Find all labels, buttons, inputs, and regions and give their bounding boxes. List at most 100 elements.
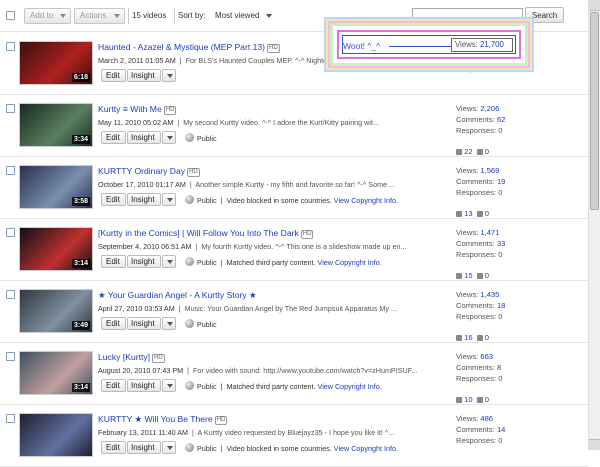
sort-dropdown[interactable]: Most viewed [215,11,259,20]
video-title: [Kurtty in the Comics] | Will Follow You… [98,228,299,238]
likes-count: 15 [464,271,473,280]
search-input[interactable] [412,8,523,21]
video-title-link[interactable]: [Kurtty in the Comics] | Will Follow You… [98,228,314,239]
thumbs-up-icon [456,273,462,279]
views-count[interactable]: 663 [480,352,493,361]
video-thumbnail[interactable] [19,413,93,457]
search-button[interactable]: Search [525,7,564,23]
video-description: Another simple Kurtty - my fifth and fav… [195,180,396,189]
comments-count[interactable]: 33 [497,239,505,248]
video-title-link[interactable]: KURTTY ★ Will You Be There HD [98,414,228,425]
privacy-info: Public [197,320,217,329]
video-thumbnail[interactable]: 6:18 [19,41,93,85]
actions-button[interactable]: Actions [74,8,125,24]
video-title: KURTTY Ordinary Day [98,166,186,176]
edit-button[interactable]: Edit [101,317,126,330]
responses-label: Responses: [456,436,497,445]
views-count[interactable]: 1,471 [480,228,499,237]
more-options-button[interactable] [162,317,176,330]
video-stats: Views: 1,569 Comments: 19 Responses: 0 [456,165,526,198]
video-thumbnail[interactable]: 3:14 [19,227,93,271]
video-date: March 2, 2011 01:05 AM [98,56,176,65]
scroll-up-button[interactable] [589,0,600,11]
views-count[interactable]: 486 [480,414,493,423]
video-thumbnail[interactable]: 3:58 [19,165,93,209]
copyright-info-link[interactable]: View Copyright Info. [318,382,382,391]
video-checkbox[interactable] [6,42,15,51]
comments-count[interactable]: 62 [497,115,505,124]
edit-button[interactable]: Edit [101,193,126,206]
video-checkbox[interactable] [6,228,15,237]
comments-count[interactable]: 8 [497,363,501,372]
more-options-button[interactable] [162,441,176,454]
video-duration: 3:14 [71,259,90,268]
video-checkbox[interactable] [6,166,15,175]
comments-count[interactable]: 19 [497,177,505,186]
video-thumbnail[interactable]: 3:49 [19,289,93,333]
video-title-link[interactable]: Kurtty ≡ With Me HD [98,104,177,115]
video-title: Lucky [Kurtty] [98,352,151,362]
video-meta: April 27, 2010 03:53 AM | Music: Your Gu… [98,304,397,313]
insight-button[interactable]: Insight [127,317,161,330]
copyright-info-link[interactable]: View Copyright Info. [318,258,382,267]
insight-button[interactable]: Insight [127,131,161,144]
chevron-down-icon[interactable] [266,14,272,18]
edit-button[interactable]: Edit [101,379,126,392]
responses-count: 0 [498,436,503,445]
insight-button[interactable]: Insight [127,379,161,392]
comments-label: Comments: [456,177,495,186]
video-checkbox[interactable] [6,352,15,361]
comments-count[interactable]: 14 [497,425,505,434]
scrollbar[interactable] [588,0,600,450]
video-meta: August 20, 2010 07:43 PM | For video wit… [98,366,418,375]
views-label: Views: [456,290,479,299]
privacy-status: Public [197,320,217,329]
video-title: KURTTY ★ Will You Be There [98,414,213,424]
insight-button[interactable]: Insight [127,441,161,454]
dislikes-count: 0 [484,333,489,342]
edit-button[interactable]: Edit [101,131,126,144]
more-options-button[interactable] [162,69,176,82]
scroll-down-button[interactable] [589,439,600,450]
ratings: 15 0 [456,271,489,280]
actions-label: Actions [80,11,107,20]
copyright-info-link[interactable]: View Copyright Info. [334,196,398,205]
copyright-notice: Video blocked in some countries. [226,444,332,453]
views-count[interactable]: 1,435 [480,290,499,299]
more-options-button[interactable] [162,255,176,268]
video-thumbnail[interactable]: 3:14 [19,351,93,395]
responses-label: Responses: [456,312,497,321]
video-title-link[interactable]: ★ Your Guardian Angel - A Kurtty Story ★ [98,290,257,301]
copyright-info-link[interactable]: View Copyright Info. [334,444,398,453]
edit-button[interactable]: Edit [101,255,126,268]
more-options-button[interactable] [162,379,176,392]
video-checkbox[interactable] [6,104,15,113]
edit-button[interactable]: Edit [101,69,126,82]
video-thumbnail[interactable]: 3:34 [19,103,93,147]
video-title-link[interactable]: KURTTY Ordinary Day HD [98,166,200,177]
video-title-link[interactable]: Haunted - Azazel & Mystique (MEP Part 13… [98,42,280,53]
select-all-checkbox[interactable] [6,11,15,20]
insight-button[interactable]: Insight [127,255,161,268]
add-to-button[interactable]: Add to [24,8,71,24]
more-options-button[interactable] [162,193,176,206]
video-count: 15 videos [132,11,167,20]
video-title-link[interactable]: Lucky [Kurtty] HD [98,352,165,363]
dislikes-count: 0 [484,147,489,156]
video-checkbox[interactable] [6,290,15,299]
divider [174,8,175,24]
video-meta: October 17, 2010 01:17 AM | Another simp… [98,180,396,189]
insight-button[interactable]: Insight [127,69,161,82]
comments-count[interactable]: 18 [497,301,505,310]
scrollbar-thumb[interactable] [590,12,599,210]
video-date: August 20, 2010 07:43 PM [98,366,184,375]
responses-label: Responses: [456,250,497,259]
privacy-status: Public [197,382,217,391]
edit-button[interactable]: Edit [101,441,126,454]
video-description: My fourth Kurtty video. ^-^ This one is … [201,242,407,251]
video-checkbox[interactable] [6,414,15,423]
more-options-button[interactable] [162,131,176,144]
views-count[interactable]: 2,206 [480,104,499,113]
views-count[interactable]: 1,569 [480,166,499,175]
insight-button[interactable]: Insight [127,193,161,206]
